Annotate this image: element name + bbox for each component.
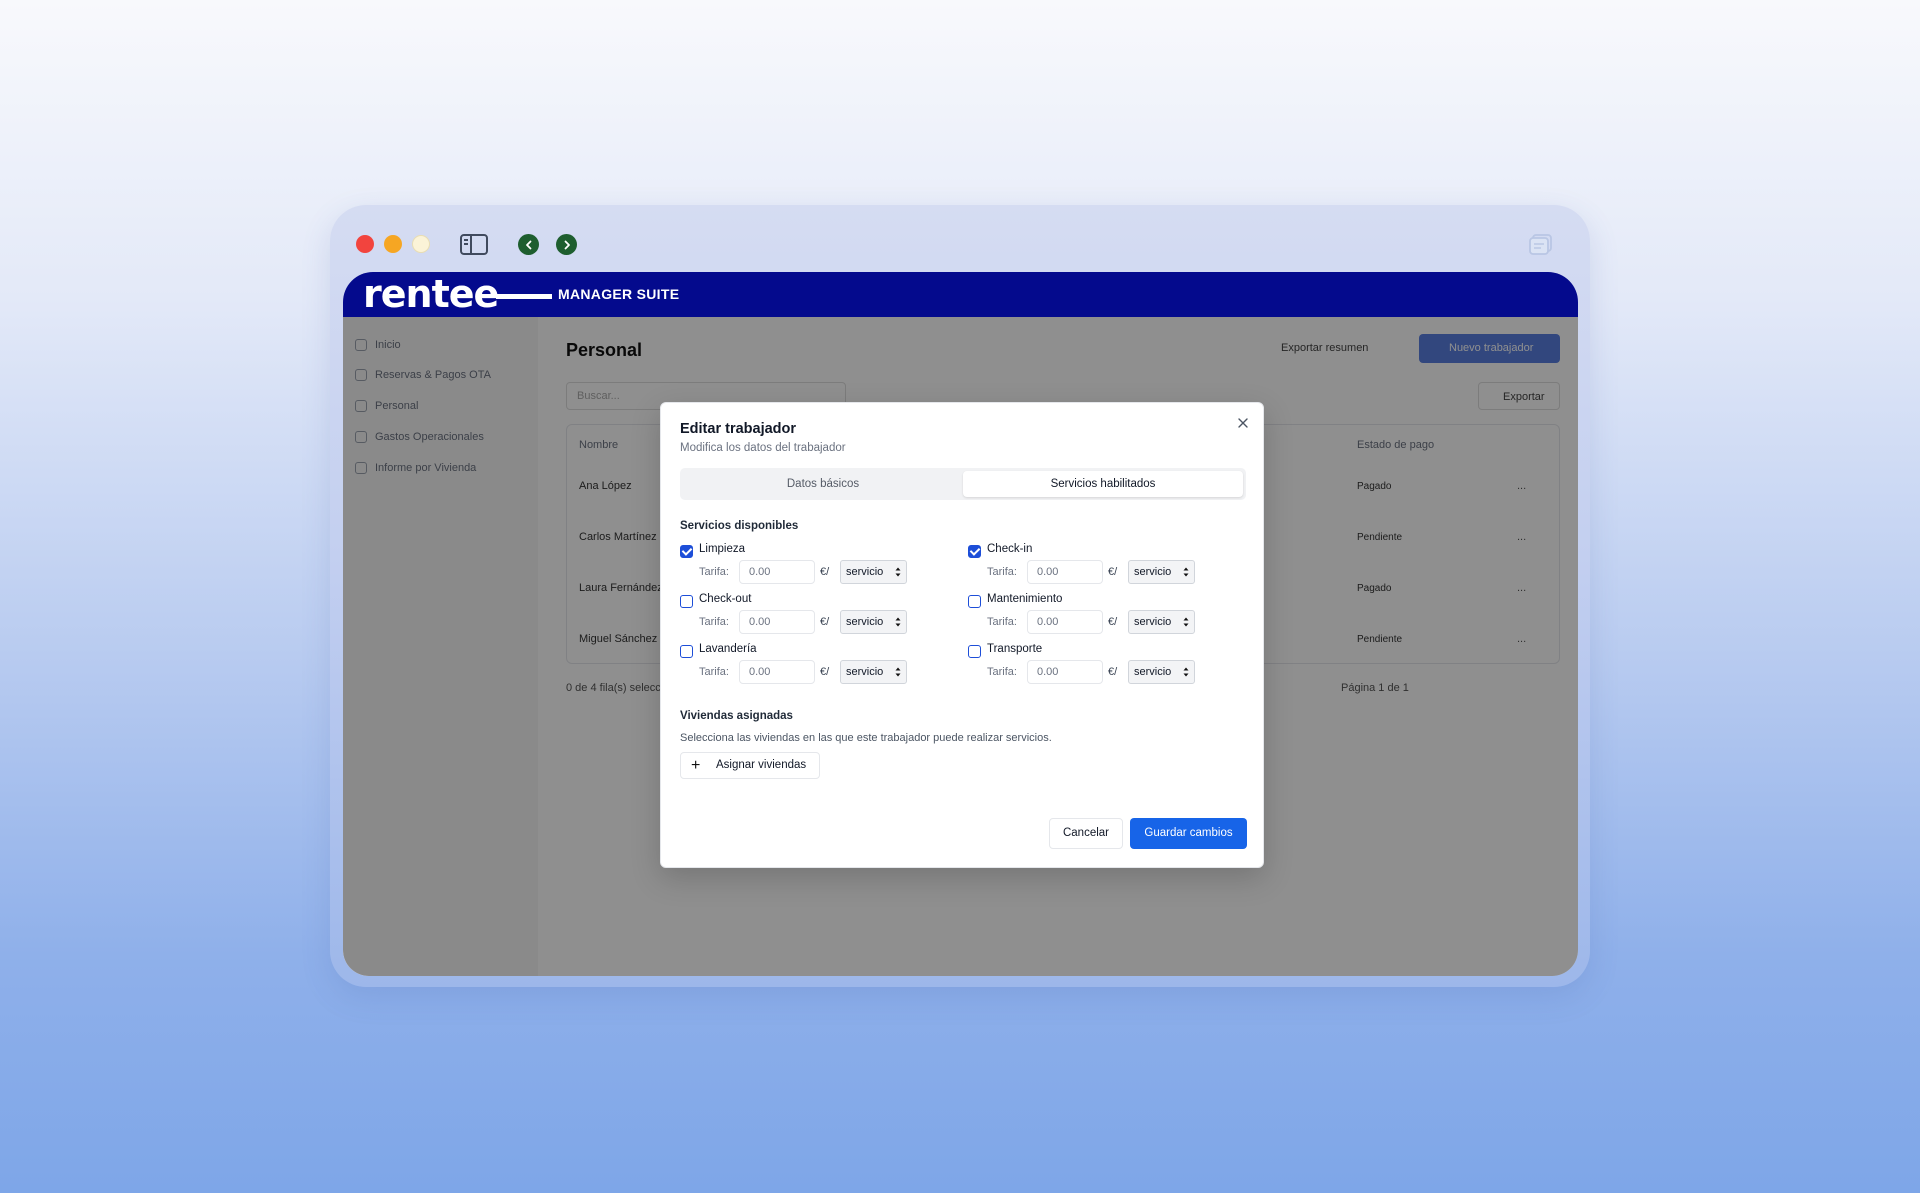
unit-select[interactable]: servicio xyxy=(1128,660,1195,684)
sort-arrows-icon xyxy=(1183,567,1189,577)
service-checkbox[interactable] xyxy=(680,595,693,608)
tab-datos-basicos[interactable]: Datos básicos xyxy=(683,471,963,497)
houses-description: Selecciona las viviendas en las que este… xyxy=(680,732,1052,744)
cancel-button[interactable]: Cancelar xyxy=(1049,818,1123,849)
currency-label: €/ xyxy=(820,566,830,578)
currency-label: €/ xyxy=(1108,566,1118,578)
houses-section-label: Viviendas asignadas xyxy=(680,710,793,722)
tabs-overview-icon[interactable] xyxy=(1528,233,1554,257)
dialog-title: Editar trabajador xyxy=(680,421,797,437)
minimize-window-button[interactable] xyxy=(384,235,402,253)
unit-select[interactable]: servicio xyxy=(1128,560,1195,584)
brand-suite-label: MANAGER SUITE xyxy=(558,286,680,302)
unit-select-value: servicio xyxy=(1134,566,1172,578)
services-section-label: Servicios disponibles xyxy=(680,520,799,532)
service-mantenimiento: Mantenimiento Tarifa: 0.00 €/ servicio xyxy=(968,592,1228,642)
assign-houses-label: Asignar viviendas xyxy=(716,759,807,771)
maximize-window-button[interactable] xyxy=(412,235,430,253)
rate-input[interactable]: 0.00 xyxy=(739,610,815,634)
rate-input[interactable]: 0.00 xyxy=(1027,560,1103,584)
unit-select[interactable]: servicio xyxy=(840,560,907,584)
service-name: Mantenimiento xyxy=(987,593,1063,605)
service-name: Transporte xyxy=(987,643,1043,655)
dialog-subtitle: Modifica los datos del trabajador xyxy=(680,442,846,454)
service-name: Limpieza xyxy=(699,543,746,555)
sort-arrows-icon xyxy=(895,617,901,627)
unit-select[interactable]: servicio xyxy=(840,610,907,634)
close-icon xyxy=(1238,418,1248,428)
service-checkbox[interactable] xyxy=(680,545,693,558)
currency-label: €/ xyxy=(1108,616,1118,628)
rate-input[interactable]: 0.00 xyxy=(739,560,815,584)
service-name: Check-out xyxy=(699,593,752,605)
rate-label: Tarifa: xyxy=(699,566,729,578)
assign-houses-button[interactable]: + Asignar viviendas xyxy=(680,752,820,779)
service-limpieza: Limpieza Tarifa: 0.00 €/ servicio xyxy=(680,542,940,592)
unit-select-value: servicio xyxy=(846,616,884,628)
save-button[interactable]: Guardar cambios xyxy=(1130,818,1247,849)
sort-arrows-icon xyxy=(895,667,901,677)
service-checkbox[interactable] xyxy=(680,645,693,658)
unit-select[interactable]: servicio xyxy=(840,660,907,684)
service-checkbox[interactable] xyxy=(968,545,981,558)
window-titlebar xyxy=(330,205,1590,270)
unit-select-value: servicio xyxy=(1134,616,1172,628)
currency-label: €/ xyxy=(820,666,830,678)
back-button[interactable] xyxy=(518,234,539,255)
forward-button[interactable] xyxy=(556,234,577,255)
unit-select-value: servicio xyxy=(846,566,884,578)
service-name: Lavandería xyxy=(699,643,757,655)
app-header: rentee MANAGER SUITE xyxy=(343,272,1578,317)
rate-label: Tarifa: xyxy=(699,616,729,628)
sort-arrows-icon xyxy=(1183,667,1189,677)
rate-input[interactable]: 0.00 xyxy=(1027,610,1103,634)
unit-select-value: servicio xyxy=(1134,666,1172,678)
service-checkbox[interactable] xyxy=(968,595,981,608)
service-check-in: Check-in Tarifa: 0.00 €/ servicio xyxy=(968,542,1228,592)
rate-input[interactable]: 0.00 xyxy=(1027,660,1103,684)
unit-select-value: servicio xyxy=(846,666,884,678)
service-name: Check-in xyxy=(987,543,1033,555)
currency-label: €/ xyxy=(1108,666,1118,678)
currency-label: €/ xyxy=(820,616,830,628)
rate-input[interactable]: 0.00 xyxy=(739,660,815,684)
tab-servicios-habilitados[interactable]: Servicios habilitados xyxy=(963,471,1243,497)
service-transporte: Transporte Tarifa: 0.00 €/ servicio xyxy=(968,642,1228,692)
rate-label: Tarifa: xyxy=(987,566,1017,578)
close-dialog-button[interactable] xyxy=(1235,415,1251,431)
sidebar-toggle-icon[interactable] xyxy=(460,234,488,255)
edit-worker-dialog: Editar trabajador Modifica los datos del… xyxy=(660,402,1264,868)
brand-logo: rentee xyxy=(363,272,499,316)
dialog-tabs: Datos básicos Servicios habilitados xyxy=(680,468,1246,500)
unit-select[interactable]: servicio xyxy=(1128,610,1195,634)
rate-label: Tarifa: xyxy=(987,666,1017,678)
brand-divider xyxy=(496,294,552,299)
chevron-left-icon xyxy=(525,240,531,249)
rate-label: Tarifa: xyxy=(987,616,1017,628)
service-check-out: Check-out Tarifa: 0.00 €/ servicio xyxy=(680,592,940,642)
chevron-right-icon xyxy=(564,240,570,249)
service-lavanderia: Lavandería Tarifa: 0.00 €/ servicio xyxy=(680,642,940,692)
plus-icon: + xyxy=(691,757,701,774)
close-window-button[interactable] xyxy=(356,235,374,253)
service-checkbox[interactable] xyxy=(968,645,981,658)
rate-label: Tarifa: xyxy=(699,666,729,678)
sort-arrows-icon xyxy=(895,567,901,577)
sort-arrows-icon xyxy=(1183,617,1189,627)
